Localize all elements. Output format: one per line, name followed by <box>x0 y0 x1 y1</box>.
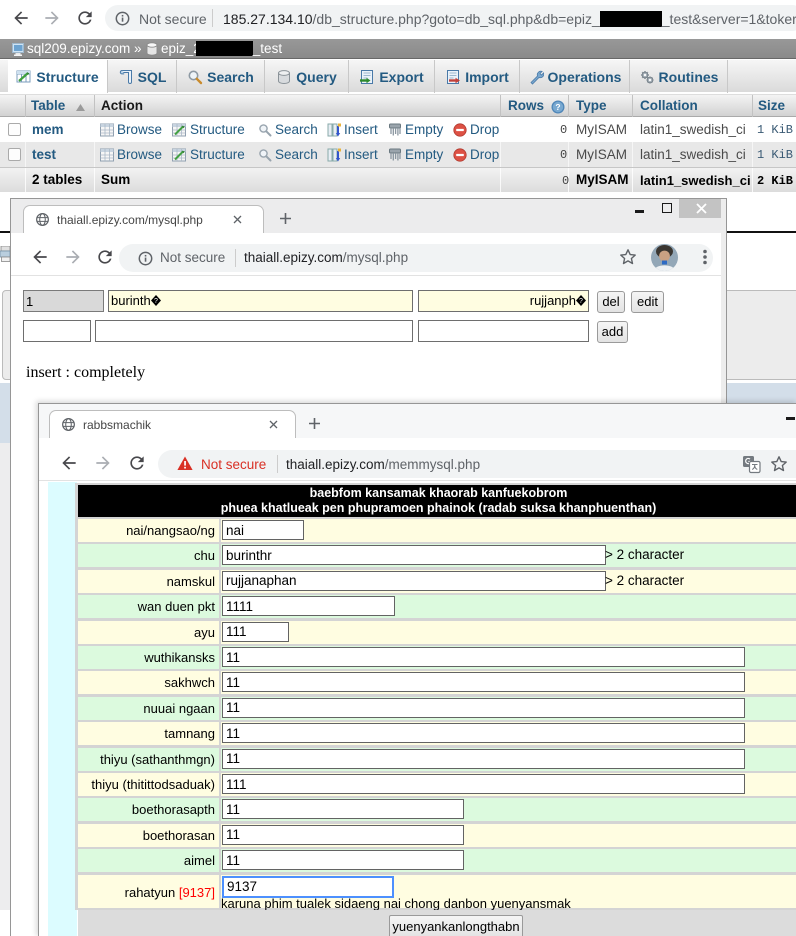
svg-text:?: ? <box>555 102 560 112</box>
svg-text:?: ? <box>154 298 158 305</box>
svg-text:?: ? <box>579 298 583 305</box>
